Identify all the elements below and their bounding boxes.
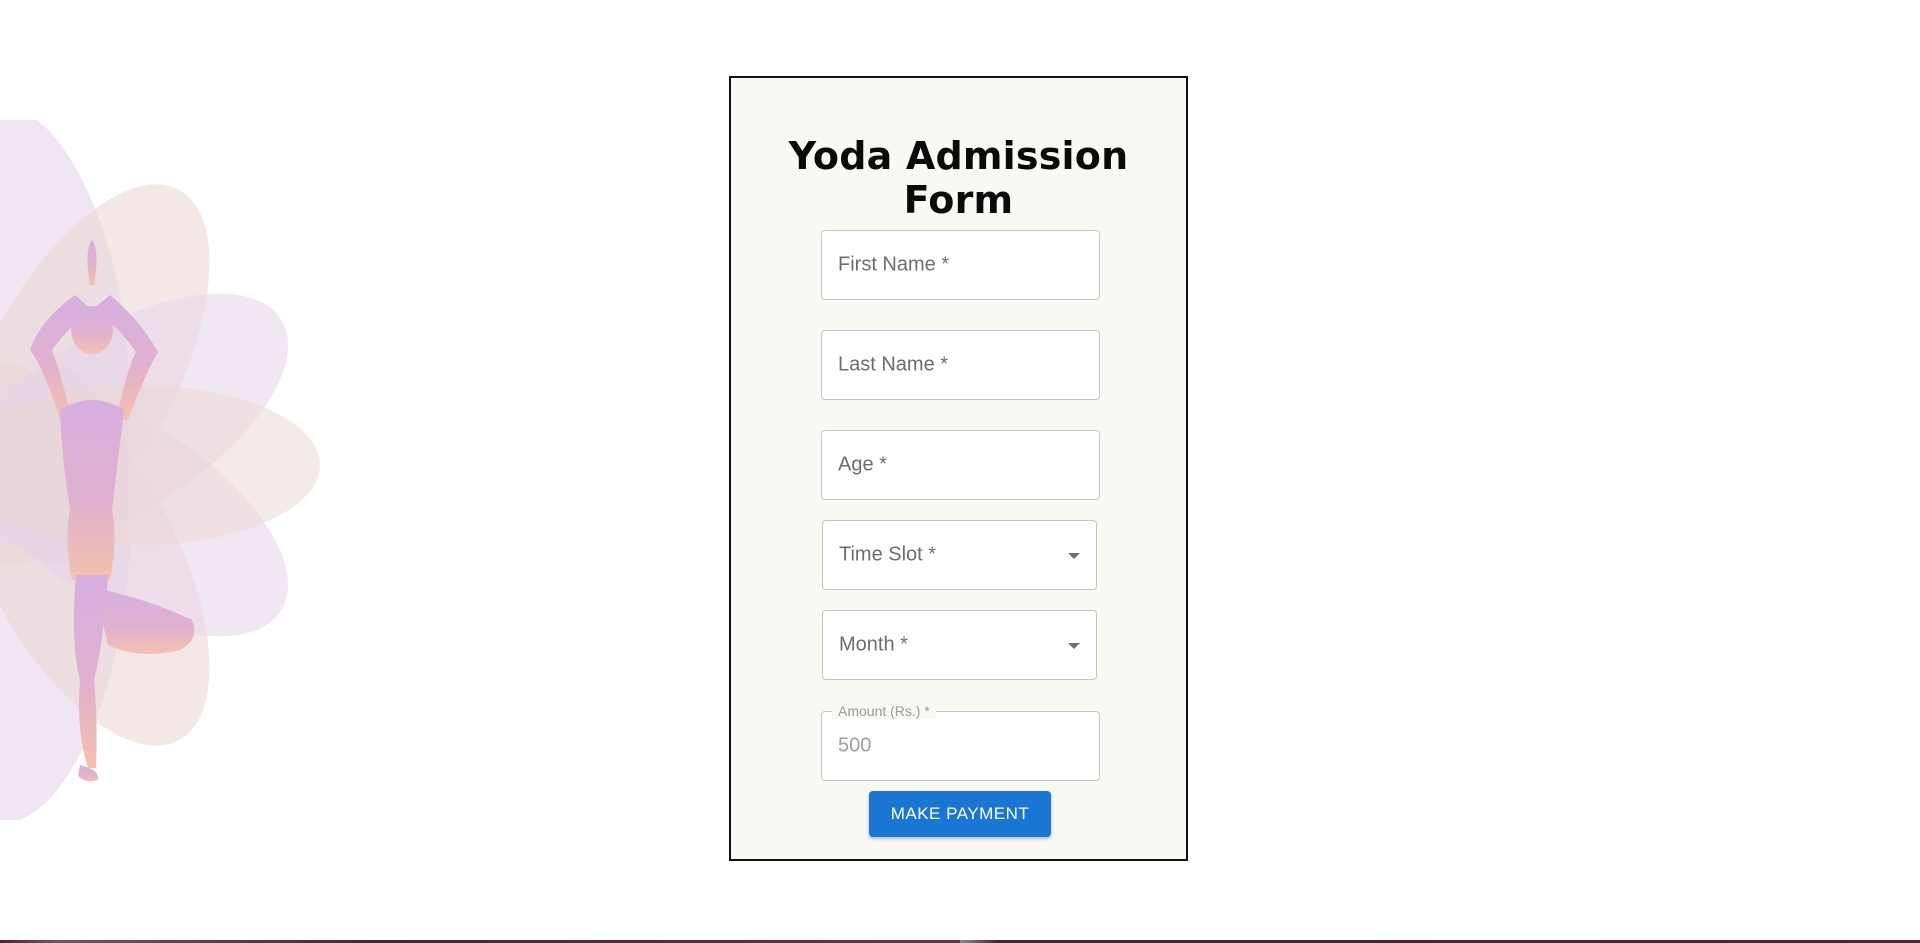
age-label: Age *	[838, 453, 887, 476]
time-slot-select[interactable]: Time Slot *	[822, 520, 1097, 590]
amount-value: 500	[838, 734, 872, 757]
page: Yoda Admission Form First Name * Last Na…	[0, 0, 1920, 943]
yoga-illustration	[0, 120, 320, 820]
amount-label: Amount (Rs.) *	[832, 703, 936, 719]
chevron-down-icon	[1068, 553, 1080, 559]
month-select[interactable]: Month *	[822, 610, 1097, 680]
age-field[interactable]: Age *	[821, 430, 1100, 500]
make-payment-button[interactable]: MAKE PAYMENT	[869, 791, 1051, 837]
first-name-field[interactable]: First Name *	[821, 230, 1100, 300]
lotus-petals-icon	[0, 120, 320, 820]
admission-form: Yoda Admission Form First Name * Last Na…	[729, 76, 1188, 861]
last-name-label: Last Name *	[838, 353, 949, 376]
amount-field: Amount (Rs.) * 500	[821, 703, 1100, 781]
month-label: Month *	[839, 633, 908, 656]
last-name-field[interactable]: Last Name *	[821, 330, 1100, 400]
time-slot-label: Time Slot *	[839, 543, 937, 566]
first-name-label: First Name *	[838, 253, 950, 276]
chevron-down-icon	[1068, 643, 1080, 649]
form-title: Yoda Admission Form	[788, 134, 1129, 222]
